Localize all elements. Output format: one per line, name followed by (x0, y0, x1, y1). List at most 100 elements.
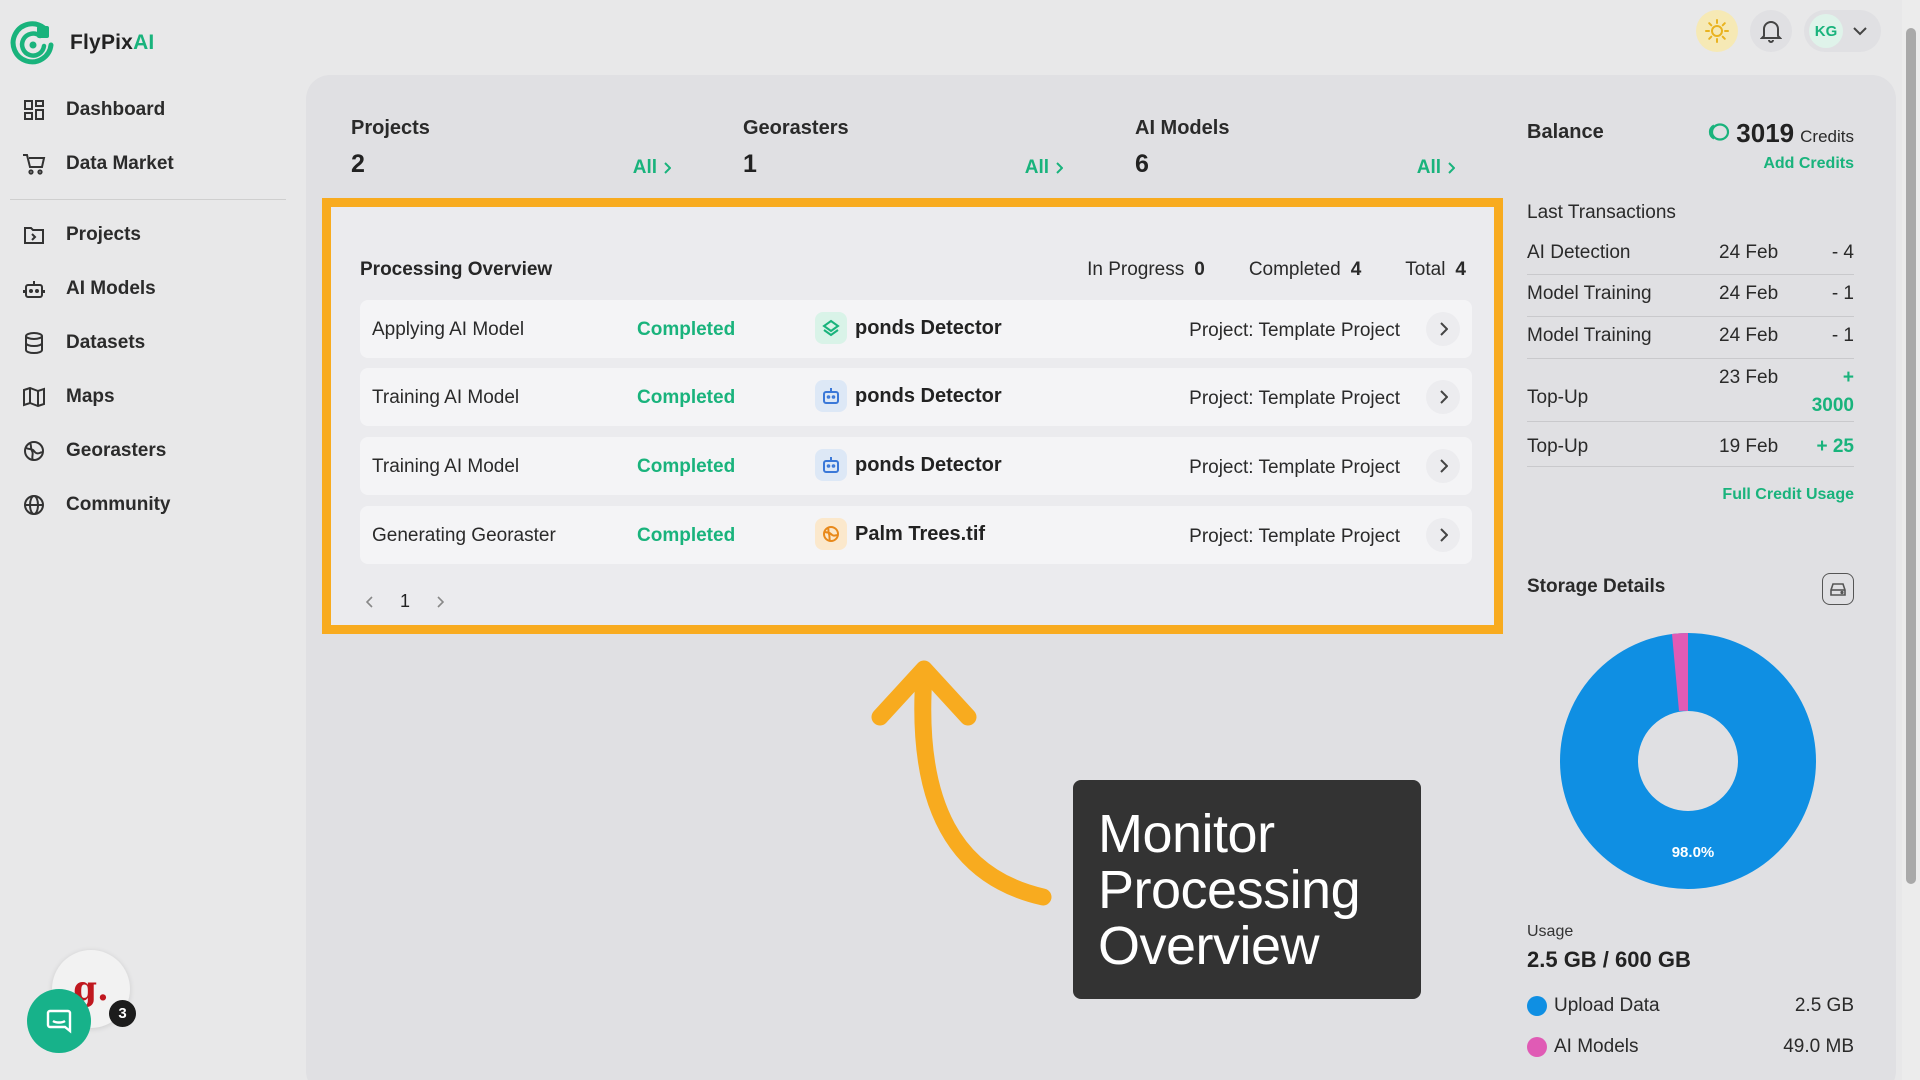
robot-icon (815, 449, 847, 481)
sidebar-item-label: Datasets (66, 332, 146, 353)
process-target: ponds Detector (815, 449, 1002, 481)
process-type: Generating Georaster (372, 525, 556, 546)
process-type: Training AI Model (372, 387, 520, 408)
sidebar-item-label: Data Market (66, 153, 174, 174)
total-stat: Total 4 (1405, 259, 1466, 280)
robot-icon (22, 277, 46, 301)
sidebar-item-label: Georasters (66, 440, 167, 461)
processing-stats: In Progress 0 Completed 4 Total 4 (1087, 259, 1466, 281)
chevron-right-icon (1056, 162, 1063, 174)
database-icon (22, 331, 46, 355)
map-icon (22, 385, 46, 409)
scrollbar-thumb[interactable] (1906, 28, 1916, 884)
page-number[interactable]: 1 (400, 591, 410, 612)
app-logo[interactable]: FlyPixAI (10, 20, 154, 66)
sidebar-item-label: Projects (66, 224, 141, 245)
processing-row[interactable]: Training AI Model Completed ponds Detect… (360, 437, 1472, 495)
storage-drive-button[interactable] (1822, 573, 1854, 605)
ai-models-all-link[interactable]: All (1417, 157, 1455, 179)
chevron-right-icon (1439, 322, 1448, 336)
sidebar-item-georasters[interactable]: Georasters (22, 439, 166, 463)
project-label: Project: Template Project (1189, 457, 1400, 478)
sidebar-item-ai-models[interactable]: AI Models (22, 277, 156, 301)
sidebar-item-dashboard[interactable]: Dashboard (22, 98, 165, 122)
robot-icon (815, 380, 847, 412)
chevron-right-icon (1439, 390, 1448, 404)
process-type: Training AI Model (372, 456, 520, 477)
project-label: Project: Template Project (1189, 526, 1400, 547)
status-label: Completed (637, 319, 736, 340)
chevron-right-icon (664, 162, 671, 174)
annotation-line: Processing (1098, 860, 1361, 920)
open-row-button[interactable] (1426, 312, 1460, 346)
globe-icon (22, 493, 46, 517)
drive-icon (1830, 583, 1846, 596)
open-row-button[interactable] (1426, 380, 1460, 414)
next-page-button[interactable] (436, 595, 445, 608)
all-label: All (1024, 157, 1049, 178)
credits-icon (1709, 123, 1730, 141)
annotation-line: Overview (1098, 916, 1320, 976)
user-menu[interactable]: KG (1804, 10, 1881, 52)
app-name: FlyPixAI (70, 31, 155, 54)
page-scrollbar[interactable] (1902, 0, 1920, 1080)
notifications-button[interactable] (1750, 10, 1792, 52)
storage-title: Storage Details (1527, 576, 1666, 597)
bell-icon (1760, 21, 1782, 43)
stat-label: Georasters (743, 117, 849, 139)
flypix-logo-icon (10, 21, 54, 65)
chevron-right-icon (1439, 528, 1448, 542)
process-type: Applying AI Model (372, 319, 525, 340)
stat-value: 2 (351, 150, 365, 178)
chat-button[interactable] (27, 989, 91, 1053)
open-row-button[interactable] (1426, 449, 1460, 483)
sidebar-divider (10, 199, 286, 200)
in-progress-stat: In Progress 0 (1087, 259, 1205, 280)
transaction-row: AI Detection 24 Feb - 4 (1527, 242, 1854, 275)
transaction-row: Model Training 24 Feb - 1 (1527, 283, 1854, 317)
chevron-right-icon (437, 595, 445, 608)
stat-ai-models: AI Models 6 All (1135, 117, 1455, 179)
sidebar-item-maps[interactable]: Maps (22, 385, 115, 409)
last-transactions-title: Last Transactions (1527, 202, 1676, 223)
prev-page-button[interactable] (366, 595, 374, 608)
status-label: Completed (637, 456, 736, 477)
balance-value: 3019 Credits (1706, 118, 1854, 149)
sidebar-item-datasets[interactable]: Datasets (22, 331, 145, 355)
processing-row[interactable]: Training AI Model Completed ponds Detect… (360, 368, 1472, 426)
process-target: Palm Trees.tif (815, 518, 985, 550)
usage-value: 2.5 GB / 600 GB (1527, 947, 1691, 972)
process-target: ponds Detector (815, 312, 1002, 344)
transaction-row: Model Training 24 Feb - 1 (1527, 325, 1854, 359)
annotation-line: Monitor (1098, 804, 1275, 864)
globe-icon (815, 518, 847, 550)
completed-stat: Completed 4 (1248, 259, 1362, 280)
project-label: Project: Template Project (1189, 388, 1400, 409)
processing-overview: Processing Overview In Progress 0 Complet… (322, 198, 1503, 634)
processing-row[interactable]: Applying AI Model Completed ponds Detect… (360, 300, 1472, 358)
legend-dot (1527, 995, 1547, 1016)
header-controls: KG (1696, 10, 1881, 52)
projects-all-link[interactable]: All (633, 157, 671, 179)
georasters-all-link[interactable]: All (1025, 157, 1063, 179)
chevron-right-icon (1439, 459, 1448, 473)
sidebar-item-projects[interactable]: Projects (22, 223, 141, 247)
globe-grid-icon (22, 439, 46, 463)
sidebar: FlyPixAI Dashboard Data Market Projects … (0, 0, 300, 1080)
add-credits-link[interactable]: Add Credits (1763, 155, 1854, 173)
pagination: 1 (366, 591, 445, 612)
folder-icon (22, 223, 46, 247)
avatar: KG (1809, 14, 1843, 48)
chevron-left-icon (366, 595, 373, 608)
transaction-row: Top-Up 19 Feb + 25 (1527, 436, 1854, 467)
cart-icon (22, 152, 46, 176)
processing-row[interactable]: Generating Georaster Completed Palm Tree… (360, 506, 1472, 564)
sidebar-item-label: Community (66, 494, 171, 515)
sidebar-item-data-market[interactable]: Data Market (22, 152, 174, 176)
sidebar-item-community[interactable]: Community (22, 493, 171, 517)
balance-label: Balance (1527, 121, 1604, 143)
open-row-button[interactable] (1426, 518, 1460, 552)
full-credit-usage-link[interactable]: Full Credit Usage (1722, 486, 1854, 504)
theme-toggle[interactable] (1696, 10, 1738, 52)
stat-label: AI Models (1135, 117, 1230, 139)
